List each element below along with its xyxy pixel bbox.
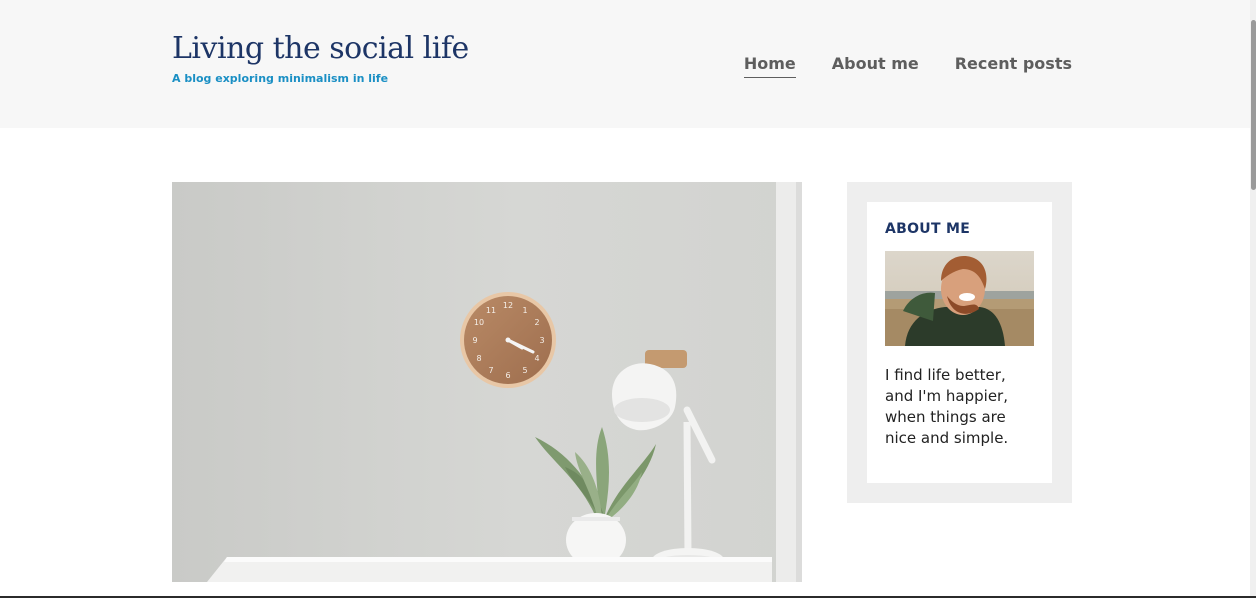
svg-text:5: 5 — [522, 366, 527, 375]
clock-icon: 12 1 2 3 4 5 6 7 8 9 10 11 — [460, 292, 556, 388]
page: Living the social life A blog exploring … — [0, 0, 1256, 598]
nav-about-me[interactable]: About me — [832, 54, 919, 78]
scrollbar-thumb[interactable] — [1251, 20, 1256, 190]
svg-text:8: 8 — [476, 354, 481, 363]
about-me-widget: ABOUT ME I find life better, and I'm hap… — [867, 202, 1052, 483]
svg-text:7: 7 — [488, 366, 493, 375]
sidebar: ABOUT ME I find life better, and I'm hap… — [847, 182, 1072, 503]
svg-text:11: 11 — [486, 306, 496, 315]
hero-image: 12 1 2 3 4 5 6 7 8 9 10 11 — [172, 182, 802, 582]
svg-text:9: 9 — [472, 336, 477, 345]
site-title[interactable]: Living the social life — [172, 31, 469, 67]
scrollbar[interactable] — [1250, 0, 1256, 598]
about-me-text: I find life better, and I'm happier, whe… — [885, 366, 1009, 447]
table-icon — [207, 557, 772, 582]
nav-home[interactable]: Home — [743, 54, 796, 78]
svg-text:10: 10 — [474, 318, 484, 327]
room-illustration: 12 1 2 3 4 5 6 7 8 9 10 11 — [172, 182, 802, 582]
avatar-photo — [885, 251, 1034, 346]
svg-text:3: 3 — [539, 336, 544, 345]
avatar — [885, 251, 1034, 346]
nav-recent-posts[interactable]: Recent posts — [955, 54, 1072, 78]
widget-title: ABOUT ME — [885, 221, 971, 237]
svg-text:6: 6 — [505, 371, 510, 380]
site-header: Living the social life A blog exploring … — [0, 0, 1256, 128]
main-nav: Home About me Recent posts — [743, 54, 1072, 78]
svg-text:12: 12 — [503, 301, 513, 310]
svg-text:4: 4 — [534, 354, 539, 363]
svg-text:2: 2 — [534, 318, 539, 327]
site-tagline: A blog exploring minimalism in life — [172, 72, 389, 85]
svg-text:1: 1 — [522, 306, 527, 315]
